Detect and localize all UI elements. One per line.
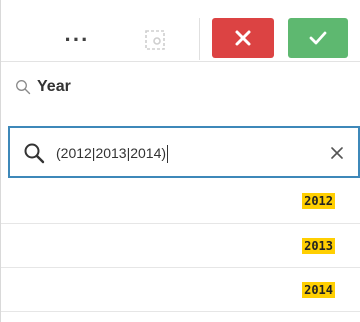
search-query-value: (2012|2013|2014): [56, 145, 167, 161]
search-query-text[interactable]: (2012|2013|2014): [56, 142, 169, 164]
close-icon: [235, 30, 251, 46]
field-title: Year: [37, 78, 71, 95]
more-options-icon: ···: [64, 27, 90, 52]
search-icon: [16, 80, 31, 95]
clear-search-button[interactable]: [326, 142, 348, 164]
value-list: 2012 2013 2014: [1, 178, 360, 312]
list-item[interactable]: 2013: [1, 224, 360, 268]
selection-tool-button[interactable]: [137, 20, 173, 60]
field-header: Year: [15, 72, 71, 102]
list-item[interactable]: 2014: [1, 268, 360, 312]
more-options-button[interactable]: ···: [59, 20, 95, 60]
list-item[interactable]: 2012: [1, 178, 360, 224]
selection-toolbar: ···: [1, 0, 360, 62]
listbox-panel: ··· Year (2012|2013|2014) 2012 2013 2014: [0, 0, 360, 322]
list-item-value: 2013: [302, 237, 335, 254]
clear-icon: [331, 147, 343, 159]
toolbar-divider: [199, 18, 200, 60]
selection-tool-icon: [145, 30, 165, 50]
text-caret: [167, 145, 169, 164]
cancel-selection-button[interactable]: [212, 18, 274, 58]
confirm-selection-button[interactable]: [288, 18, 348, 58]
search-icon: [24, 143, 45, 164]
search-input-icon-wrap: [23, 142, 45, 164]
list-item-value: 2012: [302, 192, 335, 209]
search-input[interactable]: (2012|2013|2014): [8, 126, 360, 178]
check-icon: [309, 31, 327, 45]
list-item-value: 2014: [302, 281, 335, 298]
